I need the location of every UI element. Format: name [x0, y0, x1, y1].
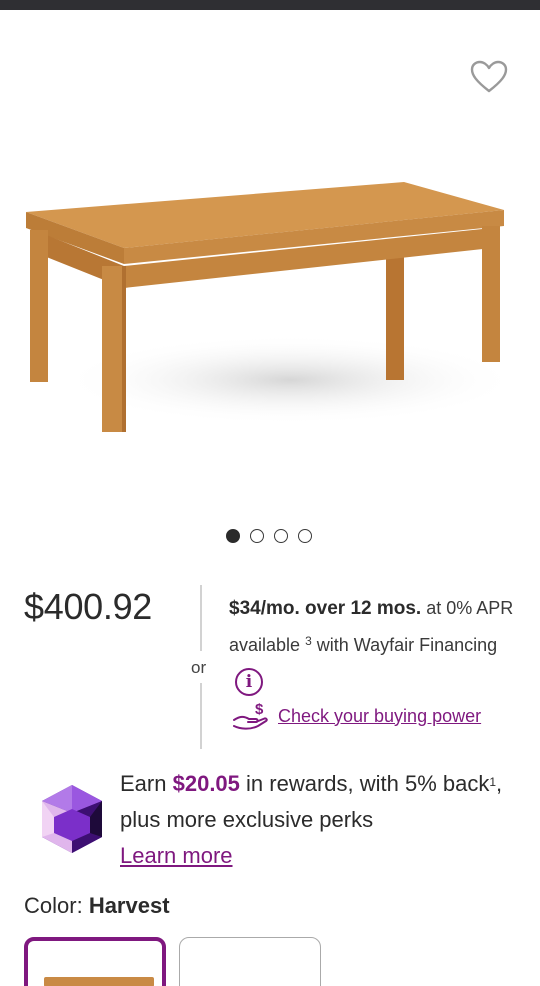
image-carousel-dots [226, 529, 312, 543]
carousel-dot[interactable] [250, 529, 264, 543]
rewards-text: Earn $20.05 in rewards, with 5% back1, p… [120, 766, 520, 874]
product-image[interactable] [20, 170, 510, 450]
color-selector-label: Color: Harvest [24, 893, 170, 919]
financing-provider: with Wayfair Financing [316, 635, 498, 655]
heart-icon [470, 60, 508, 93]
buying-power-row: $ Check your buying power [232, 700, 481, 732]
financing-monthly: $34/mo. over 12 mos. [229, 598, 422, 619]
svg-text:$: $ [255, 701, 264, 718]
or-label: or [191, 658, 207, 677]
color-swatch-harvest[interactable] [24, 937, 166, 986]
divider [200, 585, 202, 651]
color-value: Harvest [88, 893, 170, 918]
swatch-thumbnail [44, 977, 154, 986]
carousel-dot[interactable] [274, 529, 288, 543]
financing-offer: $34/mo. over 12 mos. at 0% APR available… [229, 590, 529, 699]
footnote-marker: 3 [305, 634, 312, 648]
learn-more-link[interactable]: Learn more [120, 843, 233, 868]
rewards-amount: $20.05 [172, 771, 240, 796]
info-icon[interactable]: i [235, 668, 263, 697]
hand-money-icon: $ [233, 701, 268, 730]
product-price: $400.92 [24, 586, 153, 627]
rewards-suffix: in rewards, with 5% back [246, 771, 490, 796]
favorite-button[interactable] [470, 60, 508, 94]
check-buying-power-link[interactable]: Check your buying power [278, 706, 481, 727]
divider [200, 683, 202, 749]
status-bar [0, 0, 540, 10]
carousel-dot[interactable] [226, 529, 240, 543]
rewards-gem-icon [42, 785, 102, 853]
product-gallery[interactable] [0, 10, 540, 510]
color-swatch[interactable] [179, 937, 321, 986]
footnote-marker: 1 [489, 775, 497, 789]
color-label: Color: [24, 893, 83, 918]
rewards-prefix: Earn [120, 771, 167, 796]
carousel-dot[interactable] [298, 529, 312, 543]
